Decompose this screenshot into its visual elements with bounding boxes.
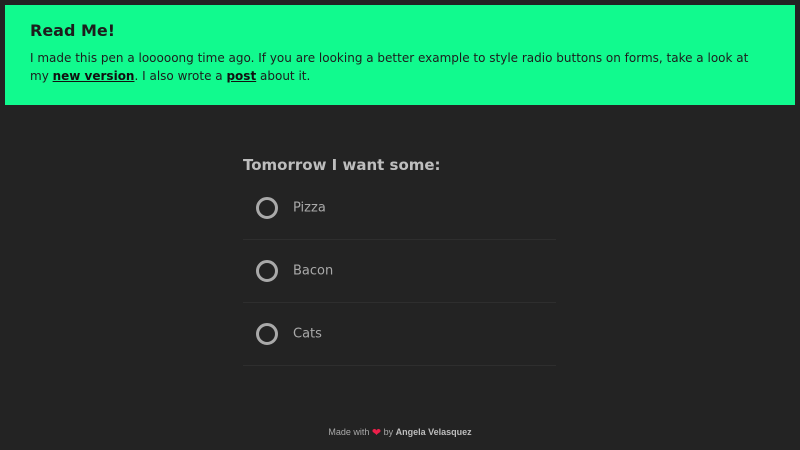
heart-icon: ❤ (371, 427, 382, 439)
radio-circle-icon[interactable] (256, 260, 278, 282)
readme-text: I made this pen a looooong time ago. If … (30, 49, 770, 85)
radio-option-label[interactable]: Bacon (293, 264, 333, 279)
radio-options-list: Pizza Bacon Cats (243, 177, 556, 366)
post-link[interactable]: post (226, 69, 256, 83)
footer-made-with: Made with (328, 427, 370, 437)
footer-by: by (383, 427, 394, 437)
radio-option-label[interactable]: Pizza (293, 201, 326, 216)
radio-option-cats[interactable]: Cats (243, 303, 556, 366)
readme-banner: Read Me! I made this pen a looooong time… (5, 5, 795, 105)
radio-circle-icon[interactable] (256, 323, 278, 345)
readme-title: Read Me! (30, 21, 116, 40)
readme-text-middle: . I also wrote a (134, 69, 227, 83)
new-version-link[interactable]: new version (53, 69, 135, 83)
radio-option-pizza[interactable]: Pizza (243, 177, 556, 240)
footer: Made with ❤ by Angela Velasquez (0, 424, 800, 441)
form-title: Tomorrow I want some: (243, 156, 441, 174)
radio-form: Tomorrow I want some: Pizza Bacon Cats (243, 153, 556, 366)
radio-circle-icon[interactable] (256, 197, 278, 219)
footer-author: Angela Velasquez (395, 427, 472, 437)
radio-option-bacon[interactable]: Bacon (243, 240, 556, 303)
radio-option-label[interactable]: Cats (293, 327, 322, 342)
readme-text-end: about it. (256, 69, 311, 83)
